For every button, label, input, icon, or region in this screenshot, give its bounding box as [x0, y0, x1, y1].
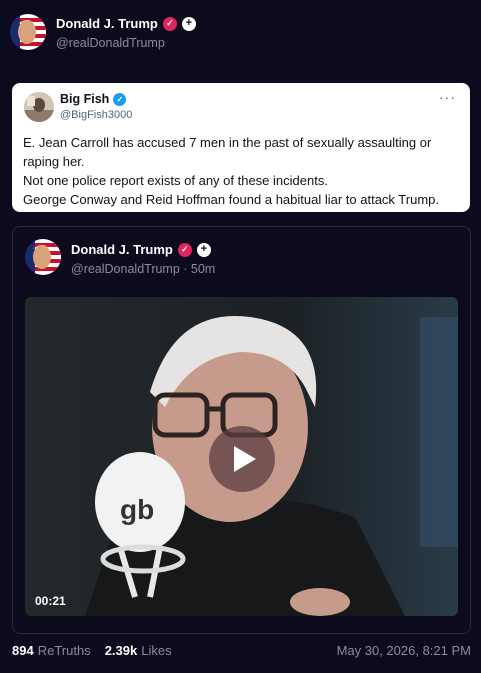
plus-badge-icon: +	[181, 16, 196, 31]
more-options-icon[interactable]: ···	[439, 89, 456, 105]
svg-text:gb: gb	[120, 494, 154, 525]
quote-line: E. Jean Carroll has accused 7 men in the…	[23, 135, 432, 150]
video-duration: 00:21	[35, 594, 66, 608]
quote-avatar[interactable]	[24, 92, 54, 122]
verified-icon: ✓	[113, 92, 127, 106]
quote-handle[interactable]: @BigFish3000	[60, 109, 132, 121]
post-timestamp: May 30, 2026, 8:21 PM	[336, 643, 471, 658]
retruths-label[interactable]: ReTruths	[38, 643, 91, 658]
likes-label[interactable]: Likes	[141, 643, 171, 658]
post-stats: 894 ReTruths 2.39k Likes	[12, 643, 172, 658]
plus-badge-icon: +	[196, 242, 211, 257]
inner-handle-time[interactable]: @realDonaldTrump · 50m	[71, 262, 215, 276]
display-name[interactable]: Donald J. Trump	[56, 16, 158, 31]
quoted-post-card[interactable]: Big Fish ✓ @BigFish3000 ··· E. Jean Carr…	[12, 83, 470, 212]
quote-text: E. Jean Carroll has accused 7 men in the…	[23, 133, 463, 209]
retruths-count[interactable]: 894	[12, 643, 34, 658]
play-icon	[234, 446, 256, 472]
quote-line: George Conway and Reid Hoffman found a h…	[23, 192, 439, 207]
likes-count[interactable]: 2.39k	[105, 643, 138, 658]
video-player[interactable]: gb 00:21	[25, 297, 458, 616]
play-button[interactable]	[209, 426, 275, 492]
check-badge-icon: ✓	[162, 16, 177, 31]
quote-line: raping her.	[23, 154, 85, 169]
post-header: Donald J. Trump ✓ + @realDonaldTrump	[10, 12, 470, 56]
inner-display-name[interactable]: Donald J. Trump	[71, 242, 173, 257]
avatar[interactable]	[10, 14, 46, 50]
inner-avatar[interactable]	[25, 239, 61, 275]
check-badge-icon: ✓	[177, 242, 192, 257]
retruth-card[interactable]: Donald J. Trump ✓ + @realDonaldTrump · 5…	[12, 226, 471, 634]
handle[interactable]: @realDonaldTrump	[56, 36, 165, 50]
quote-display-name[interactable]: Big Fish	[60, 92, 109, 106]
quote-line: Not one police report exists of any of t…	[23, 173, 328, 188]
